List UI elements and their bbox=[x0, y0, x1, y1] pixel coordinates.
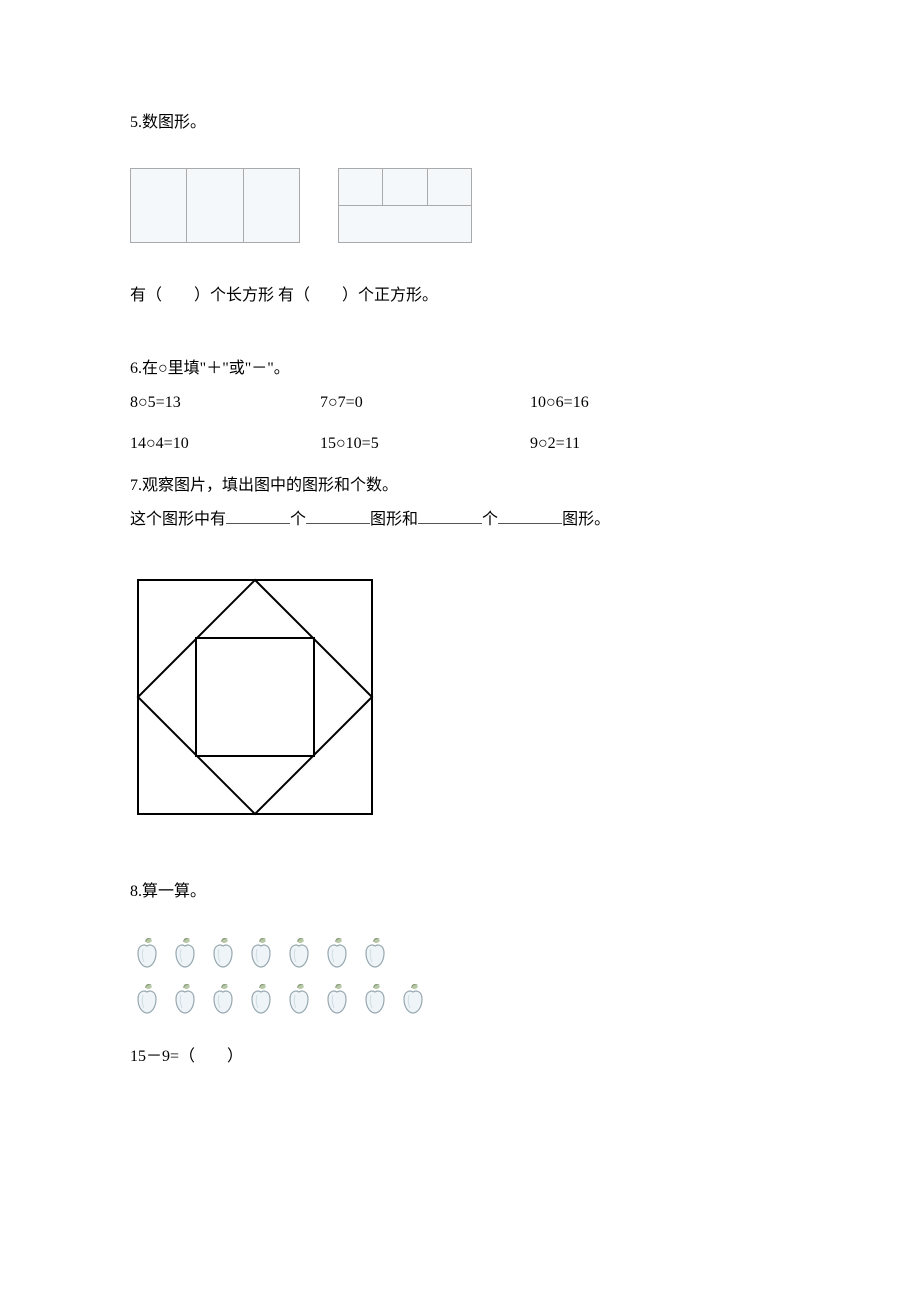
apple-icon bbox=[168, 982, 202, 1016]
text: 个 bbox=[290, 511, 306, 528]
text: 图形和 bbox=[370, 511, 418, 528]
cell bbox=[339, 169, 383, 205]
apple-icon bbox=[206, 936, 240, 970]
apple-icon bbox=[130, 936, 164, 970]
q8-apples-row-2 bbox=[130, 982, 790, 1016]
eq: 9○2=11 bbox=[530, 431, 580, 457]
eq: 10○6=16 bbox=[530, 390, 589, 416]
apple-icon bbox=[130, 982, 164, 1016]
apple-icon bbox=[320, 982, 354, 1016]
q8-title: 8.算一算。 bbox=[130, 879, 790, 905]
q5-title: 5.数图形。 bbox=[130, 110, 790, 136]
eq: 7○7=0 bbox=[320, 390, 530, 416]
q6-row-2: 14○4=10 15○10=5 9○2=11 bbox=[130, 431, 790, 457]
q8-equation: 15－9=（ ） bbox=[130, 1044, 790, 1070]
q5-figure-2 bbox=[338, 168, 472, 243]
cell bbox=[383, 169, 427, 205]
cell bbox=[187, 169, 243, 242]
text: 个 bbox=[482, 511, 498, 528]
blank-field[interactable] bbox=[418, 508, 482, 524]
text: 这个图形中有 bbox=[130, 511, 226, 528]
cell bbox=[244, 169, 299, 242]
apple-icon bbox=[320, 936, 354, 970]
q5-figures bbox=[130, 168, 790, 243]
cell bbox=[339, 206, 471, 242]
q5-figure-1 bbox=[130, 168, 300, 243]
q5-answer: 有（ ）个长方形 有（ ）个正方形。 bbox=[130, 283, 790, 309]
q7-figure bbox=[130, 572, 790, 831]
eq: 15○10=5 bbox=[320, 431, 530, 457]
cell bbox=[131, 169, 187, 242]
q7-title: 7.观察图片，填出图中的图形和个数。 bbox=[130, 473, 790, 499]
apple-icon bbox=[282, 982, 316, 1016]
apple-icon bbox=[358, 982, 392, 1016]
blank-field[interactable] bbox=[306, 508, 370, 524]
q7-fill: 这个图形中有 个 图形和 个 图形。 bbox=[130, 507, 790, 533]
q8-apples-row-1 bbox=[130, 936, 790, 970]
text: 图形。 bbox=[562, 511, 610, 528]
eq: 8○5=13 bbox=[130, 390, 320, 416]
q6-row-1: 8○5=13 7○7=0 10○6=16 bbox=[130, 390, 790, 416]
eq: 14○4=10 bbox=[130, 431, 320, 457]
apple-icon bbox=[396, 982, 430, 1016]
apple-icon bbox=[206, 982, 240, 1016]
blank-field[interactable] bbox=[226, 508, 290, 524]
apple-icon bbox=[358, 936, 392, 970]
apple-icon bbox=[168, 936, 202, 970]
apple-icon bbox=[244, 936, 278, 970]
apple-icon bbox=[244, 982, 278, 1016]
apple-icon bbox=[282, 936, 316, 970]
q6-title: 6.在○里填"＋"或"－"。 bbox=[130, 356, 790, 382]
blank-field[interactable] bbox=[498, 508, 562, 524]
cell bbox=[428, 169, 471, 205]
